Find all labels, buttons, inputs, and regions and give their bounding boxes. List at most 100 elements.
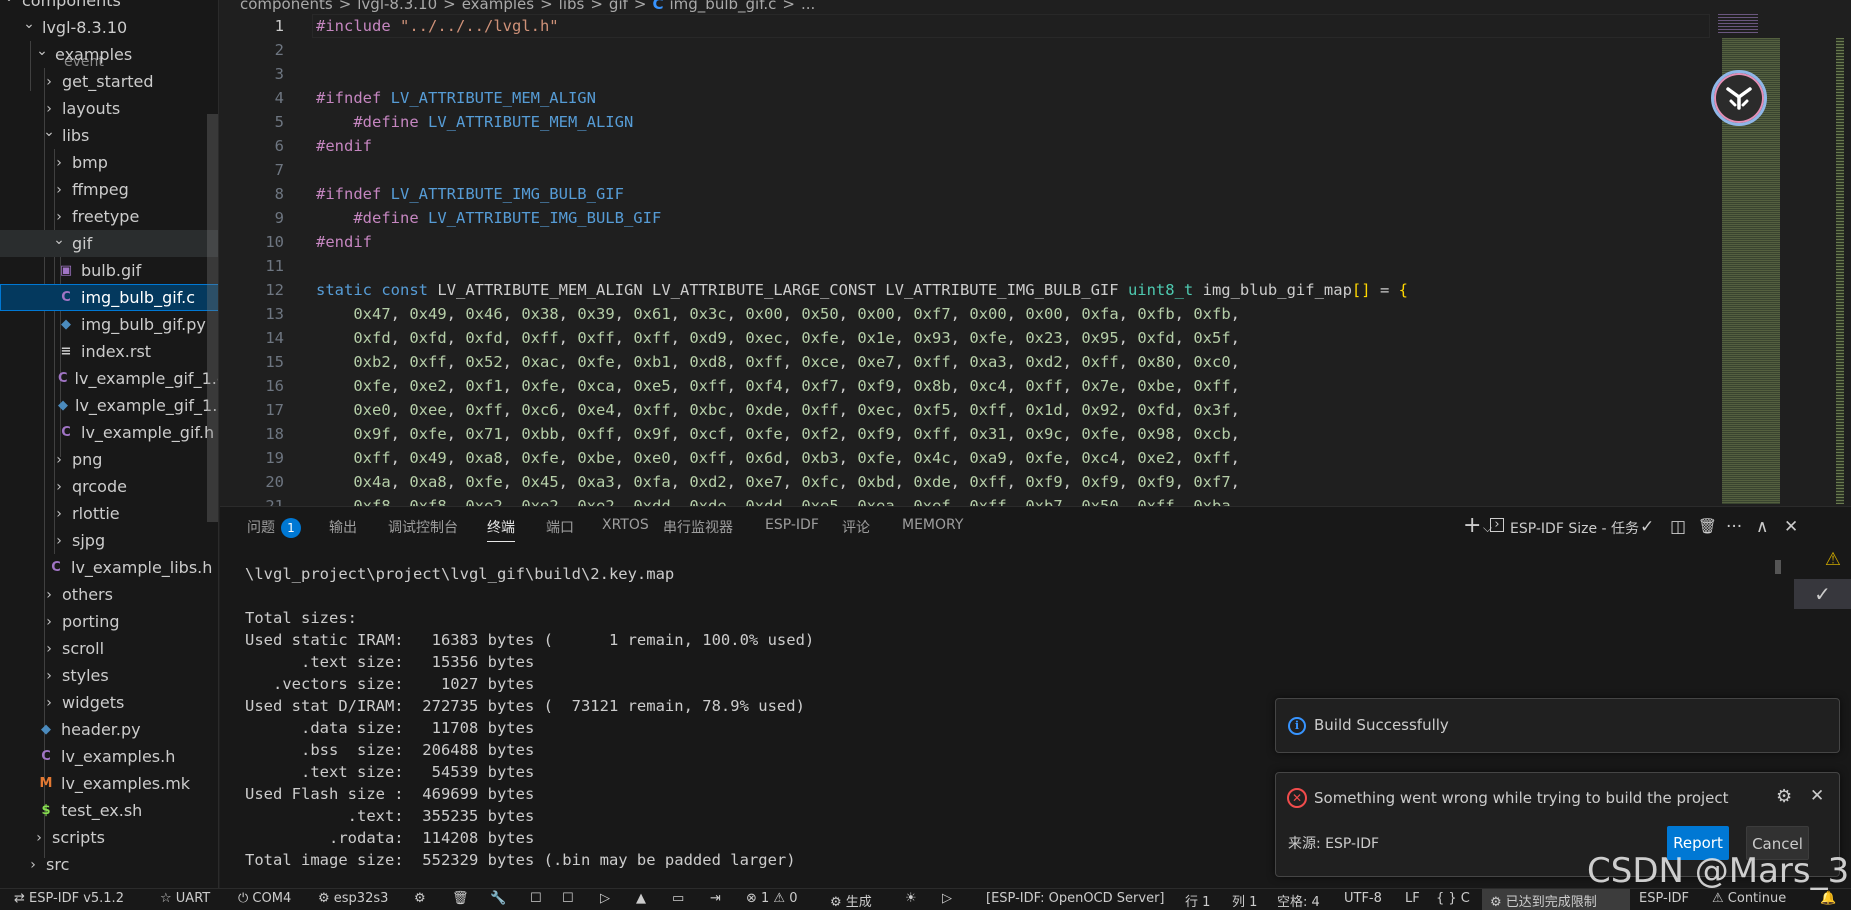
tree-folder-src[interactable]: › src	[0, 851, 218, 878]
tree-file-lv-example-libs-h[interactable]: Clv_example_libs.h	[0, 554, 218, 581]
tree-folder-libs[interactable]: ⌄ libs	[0, 122, 218, 149]
status-item[interactable]: 🔧	[490, 891, 506, 906]
tree-file-bulb-gif[interactable]: ▣ bulb.gif	[0, 257, 218, 284]
code-line[interactable]: 10 #endif	[220, 230, 1720, 254]
tab---8[interactable]: 评论	[842, 517, 870, 537]
status-item[interactable]: ☐	[530, 891, 542, 906]
status-item[interactable]: ⊗ 1 ⚠ 0	[746, 891, 798, 906]
editor-scrollbar[interactable]	[1836, 38, 1844, 504]
breadcrumb-item[interactable]: lvgl-8.3.10	[357, 0, 437, 13]
tree-folder-rlottie[interactable]: › rlottie	[0, 500, 218, 527]
tree-folder-get-started[interactable]: › get_started	[0, 68, 218, 95]
tree-folder-bmp[interactable]: › bmp	[0, 149, 218, 176]
tree-folder-scripts[interactable]: › scripts	[0, 824, 218, 851]
tree-folder-qrcode[interactable]: › qrcode	[0, 473, 218, 500]
tree-folder-styles[interactable]: › styles	[0, 662, 218, 689]
status-item[interactable]: ESP-IDF	[1639, 891, 1689, 906]
terminal-task-label[interactable]: ESP-IDF Size - 任务	[1510, 518, 1639, 538]
close-panel-icon[interactable]: ✕	[1784, 517, 1798, 537]
tree-folder-freetype[interactable]: › freetype	[0, 203, 218, 230]
breadcrumb-item[interactable]: gif	[609, 0, 628, 13]
tree-file-lv-examples-mk[interactable]: Mlv_examples.mk	[0, 770, 218, 797]
status-item[interactable]: 列 1	[1232, 891, 1257, 910]
gear-icon[interactable]: ⚙	[1776, 786, 1792, 807]
tree-file-img-bulb-gif-c[interactable]: Cimg_bulb_gif.c	[0, 284, 218, 311]
check-icon[interactable]: ✓	[1640, 517, 1654, 537]
warning-icon[interactable]: ⚠	[1815, 549, 1851, 573]
code-line[interactable]: 9 #define LV_ATTRIBUTE_IMG_BULB_GIF	[220, 206, 1720, 230]
breadcrumb-item[interactable]: components	[240, 0, 333, 13]
sidebar-scrollbar[interactable]	[207, 114, 218, 522]
tree-folder-lvgl-8-3-10[interactable]: ⌄ lvgl-8.3.10	[0, 14, 218, 41]
tree-file-lv-example-gif-1-[interactable]: ◆ lv_example_gif_1....	[0, 392, 218, 419]
code-line[interactable]: 15 0xb2, 0xff, 0x52, 0xac, 0xfe, 0xb1, 0…	[220, 350, 1720, 374]
tab---3[interactable]: 终端	[487, 517, 515, 542]
status-item[interactable]: 空格: 4	[1277, 891, 1320, 910]
terminal-output[interactable]: \lvgl_project\project\lvgl_gif\build\2.k…	[245, 563, 814, 871]
status-item[interactable]: ⚙ 生成	[830, 891, 872, 910]
tree-folder-others[interactable]: › others	[0, 581, 218, 608]
tree-file-img-bulb-gif-py[interactable]: ◆ img_bulb_gif.py	[0, 311, 218, 338]
tree-file-lv-examples-h[interactable]: Clv_examples.h	[0, 743, 218, 770]
new-terminal-icon[interactable]: +	[1463, 513, 1481, 538]
assistant-badge-icon[interactable]	[1711, 70, 1767, 126]
code-line[interactable]: 12 static const LV_ATTRIBUTE_MEM_ALIGN LV…	[220, 278, 1720, 302]
code-line[interactable]: 16 0xfe, 0xe2, 0xf1, 0xfe, 0xca, 0xe5, 0…	[220, 374, 1720, 398]
status-item[interactable]: ⚙	[414, 891, 426, 906]
tree-folder-components[interactable]: ⌄ components	[0, 0, 218, 14]
tree-folder-layouts[interactable]: › layouts	[0, 95, 218, 122]
tab---0[interactable]: 问题 1	[247, 517, 301, 538]
code-line[interactable]: 5 #define LV_ATTRIBUTE_MEM_ALIGN	[220, 110, 1720, 134]
tree-file-lv-example-gif-1-c[interactable]: Clv_example_gif_1.c	[0, 365, 218, 392]
breadcrumb-item[interactable]: examples	[462, 0, 534, 13]
tree-folder-porting[interactable]: › porting	[0, 608, 218, 635]
split-terminal-icon[interactable]: ◫	[1670, 517, 1686, 537]
status-item[interactable]: LF	[1405, 891, 1420, 906]
tree-folder-scroll[interactable]: › scroll	[0, 635, 218, 662]
code-line[interactable]: 11	[220, 254, 1720, 278]
terminal-scrollbar[interactable]	[1775, 560, 1781, 574]
status-item[interactable]: ☀	[905, 891, 917, 906]
status-item[interactable]: ⚙ 已达到完成限制	[1490, 891, 1597, 910]
tab---1[interactable]: 输出	[329, 517, 357, 537]
code-line[interactable]: 20 0x4a, 0xa8, 0xfe, 0x45, 0xa3, 0xfa, 0…	[220, 470, 1720, 494]
status-item[interactable]: ☐	[562, 891, 574, 906]
tab-xrtos-5[interactable]: XRTOS	[602, 517, 649, 533]
tab---4[interactable]: 端口	[546, 517, 574, 537]
status-item[interactable]: ⇥	[710, 891, 721, 906]
tree-file-test-ex-sh[interactable]: $ test_ex.sh	[0, 797, 218, 824]
breadcrumb-item[interactable]: libs	[559, 0, 585, 13]
status-item[interactable]: ⏻ COM4	[238, 891, 291, 906]
status-item[interactable]: 行 1	[1185, 891, 1210, 910]
code-line[interactable]: 19 0xff, 0x49, 0xa8, 0xfe, 0xbe, 0xe0, 0…	[220, 446, 1720, 470]
status-item[interactable]: ⚠ Continue	[1712, 891, 1786, 906]
tree-file-header-py[interactable]: ◆ header.py	[0, 716, 218, 743]
tree-folder-gif[interactable]: ⌄ gif	[0, 230, 218, 257]
status-item[interactable]: ▷	[942, 891, 952, 906]
status-item[interactable]: ▭	[672, 891, 684, 906]
tree-folder-ffmpeg[interactable]: › ffmpeg	[0, 176, 218, 203]
breadcrumb-item[interactable]: img_bulb_gif.c	[670, 0, 777, 13]
code-line[interactable]: 4 #ifndef LV_ATTRIBUTE_MEM_ALIGN	[220, 86, 1720, 110]
status-item[interactable]: UTF-8	[1344, 891, 1382, 906]
code-line[interactable]: 1 #include "../../../lvgl.h"	[220, 14, 1720, 38]
status-item[interactable]: 🗑	[452, 891, 469, 906]
tree-folder-examples[interactable]: ⌄ examples	[0, 41, 218, 68]
code-line[interactable]: 18 0x9f, 0xfe, 0x71, 0xbb, 0xff, 0x9f, 0…	[220, 422, 1720, 446]
terminal-task-check-icon[interactable]: ✓	[1794, 579, 1851, 609]
code-line[interactable]: 2	[220, 38, 1720, 62]
code-line[interactable]: 3	[220, 62, 1720, 86]
tab-esp-idf-7[interactable]: ESP-IDF	[765, 517, 819, 533]
tree-folder-widgets[interactable]: › widgets	[0, 689, 218, 716]
more-actions-icon[interactable]: ···	[1726, 517, 1742, 537]
tree-folder-png[interactable]: › png	[0, 446, 218, 473]
tab---2[interactable]: 调试控制台	[388, 517, 458, 537]
tab-memory-9[interactable]: MEMORY	[902, 517, 963, 533]
status-item[interactable]: 🔔	[1820, 891, 1836, 906]
tree-file-index-rst[interactable]: ≡ index.rst	[0, 338, 218, 365]
close-icon[interactable]: ✕	[1810, 786, 1824, 806]
tree-folder-sjpg[interactable]: › sjpg	[0, 527, 218, 554]
code-editor[interactable]: components > lvgl-8.3.10 > examples > libs > gif…	[220, 0, 1851, 506]
code-line[interactable]: 17 0xe0, 0xee, 0xff, 0xc6, 0xe4, 0xff, 0…	[220, 398, 1720, 422]
code-line[interactable]: 8 #ifndef LV_ATTRIBUTE_IMG_BULB_GIF	[220, 182, 1720, 206]
